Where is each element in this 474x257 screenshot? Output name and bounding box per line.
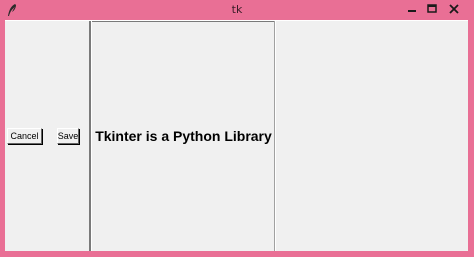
maximize-icon	[427, 4, 437, 13]
left-frame: Cancel Save	[5, 21, 90, 251]
cancel-button[interactable]: Cancel	[7, 128, 42, 144]
right-frame	[276, 21, 468, 251]
save-button[interactable]: Save	[57, 128, 79, 144]
app-window: tk Cancel Save Tkinter is a Python Libra…	[0, 0, 474, 257]
minimize-button[interactable]	[402, 0, 422, 18]
maximize-button[interactable]	[422, 0, 442, 18]
title-bar[interactable]: tk	[0, 0, 474, 20]
minimize-icon	[408, 10, 416, 12]
library-label: Tkinter is a Python Library	[95, 128, 272, 144]
middle-frame-top-border	[92, 21, 275, 22]
window-client-area: Cancel Save Tkinter is a Python Library	[5, 20, 468, 251]
close-icon	[449, 4, 459, 14]
close-button[interactable]	[444, 0, 464, 18]
